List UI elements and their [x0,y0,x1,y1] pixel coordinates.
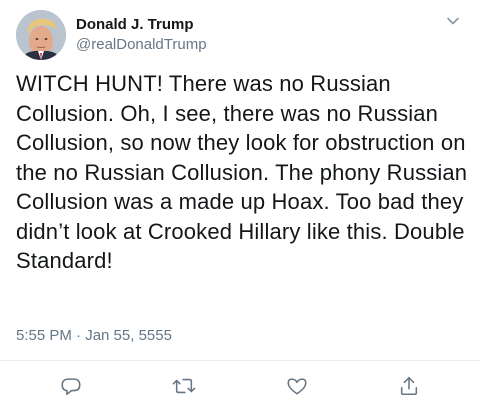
reply-icon [61,378,81,396]
display-name[interactable]: Donald J. Trump [76,15,207,34]
divider [0,360,480,361]
user-handle[interactable]: @realDonaldTrump [76,35,207,55]
tweet-card: Donald J. Trump @realDonaldTrump WITCH H… [0,0,480,410]
retweet-button[interactable] [170,372,198,400]
share-button[interactable] [395,372,423,400]
tweet-header: Donald J. Trump @realDonaldTrump [16,10,464,66]
reply-button[interactable] [57,372,85,400]
tweet-text: WITCH HUNT! There was no Russian Collusi… [16,71,468,273]
retweet-icon [172,378,196,394]
share-icon [400,376,418,396]
chevron-down-icon[interactable] [444,12,462,30]
avatar-portrait-icon [16,10,66,60]
user-names: Donald J. Trump @realDonaldTrump [76,15,207,55]
like-button[interactable] [283,372,311,400]
tweet-actions [0,372,480,400]
tweet-timestamp[interactable]: 5:55 PM · Jan 55, 5555 [16,326,172,346]
avatar[interactable] [16,10,66,60]
heart-icon [287,378,307,395]
